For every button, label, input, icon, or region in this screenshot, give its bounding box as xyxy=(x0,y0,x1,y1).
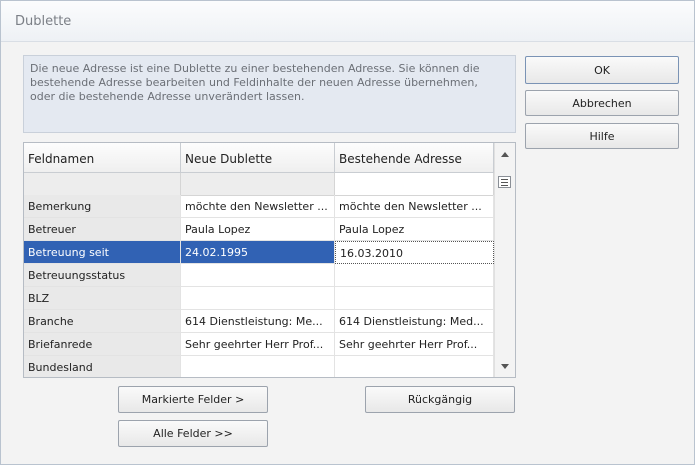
scroll-up-arrow-icon[interactable] xyxy=(501,152,509,157)
list-icon[interactable] xyxy=(498,176,511,188)
column-header-new-duplicate[interactable]: Neue Dublette xyxy=(181,143,335,173)
cell-field-name[interactable]: BLZ xyxy=(24,287,181,310)
table-row[interactable]: Bemerkung möchte den Newsletter ... möchte… xyxy=(24,195,494,218)
cell-field-name[interactable]: Betreuung seit xyxy=(24,241,181,264)
filter-cell-new[interactable] xyxy=(181,173,335,195)
cell-field-name[interactable]: Bundesland xyxy=(24,356,181,377)
cell-field-name[interactable]: Betreuer xyxy=(24,218,181,241)
field-comparison-grid: Feldnamen Neue Dublette Bestehende Adres… xyxy=(23,142,516,378)
cell-new-value[interactable]: Paula Lopez xyxy=(181,218,335,241)
cell-existing-value[interactable] xyxy=(335,287,494,310)
marked-fields-button[interactable]: Markierte Felder > xyxy=(118,386,268,413)
cell-new-value[interactable] xyxy=(181,356,335,377)
info-text: Die neue Adresse ist eine Dublette zu ei… xyxy=(30,62,480,103)
cell-field-name[interactable]: Briefanrede xyxy=(24,333,181,356)
dublette-dialog: Dublette Die neue Adresse ist eine Duble… xyxy=(0,0,695,465)
table-row[interactable]: Briefanrede Sehr geehrter Herr Prof... Seh… xyxy=(24,333,494,356)
cell-field-name[interactable]: Betreuungsstatus xyxy=(24,264,181,287)
cell-existing-value[interactable] xyxy=(335,264,494,287)
cell-existing-value[interactable]: Paula Lopez xyxy=(335,218,494,241)
cell-existing-value[interactable]: 16.03.2010 xyxy=(335,241,494,264)
cell-existing-value[interactable]: 614 Dienstleistung: Med... xyxy=(335,310,494,333)
table-row[interactable]: Betreuungsstatus xyxy=(24,264,494,287)
filter-row xyxy=(24,173,494,196)
cell-existing-value[interactable]: Sehr geehrter Herr Prof... xyxy=(335,333,494,356)
cell-existing-value[interactable] xyxy=(335,356,494,377)
filter-cell-existing[interactable] xyxy=(335,173,494,195)
help-button[interactable]: Hilfe xyxy=(525,123,679,149)
filter-cell-field[interactable] xyxy=(24,173,181,195)
cancel-button[interactable]: Abbrechen xyxy=(525,90,679,116)
undo-button[interactable]: Rückgängig xyxy=(365,386,515,413)
table-row[interactable]: Betreuung seit 24.02.1995 16.03.2010 xyxy=(24,241,494,264)
table-row[interactable]: Branche 614 Dienstleistung: Me... 614 Dien… xyxy=(24,310,494,333)
scroll-down-arrow-icon[interactable] xyxy=(501,364,509,369)
all-fields-button[interactable]: Alle Felder >> xyxy=(118,420,268,447)
cell-new-value[interactable]: 24.02.1995 xyxy=(181,241,335,264)
column-header-field-names[interactable]: Feldnamen xyxy=(24,143,181,173)
vertical-scrollbar[interactable] xyxy=(494,143,515,377)
cell-field-name[interactable]: Bemerkung xyxy=(24,195,181,218)
info-box: Die neue Adresse ist eine Dublette zu ei… xyxy=(23,55,516,133)
title-bar: Dublette xyxy=(1,1,694,42)
cell-field-name[interactable]: Branche xyxy=(24,310,181,333)
cell-new-value[interactable]: Sehr geehrter Herr Prof... xyxy=(181,333,335,356)
cell-new-value[interactable] xyxy=(181,287,335,310)
cell-new-value[interactable]: 614 Dienstleistung: Me... xyxy=(181,310,335,333)
column-header-existing-address[interactable]: Bestehende Adresse xyxy=(335,143,494,173)
window-title: Dublette xyxy=(15,14,72,29)
cell-new-value[interactable] xyxy=(181,264,335,287)
table-row[interactable]: Betreuer Paula Lopez Paula Lopez xyxy=(24,218,494,241)
table-row[interactable]: Bundesland xyxy=(24,356,494,377)
table-row[interactable]: BLZ xyxy=(24,287,494,310)
ok-button[interactable]: OK xyxy=(525,56,679,84)
cell-existing-value[interactable]: möchte den Newsletter ... xyxy=(335,195,494,218)
cell-new-value[interactable]: möchte den Newsletter ... xyxy=(181,195,335,218)
